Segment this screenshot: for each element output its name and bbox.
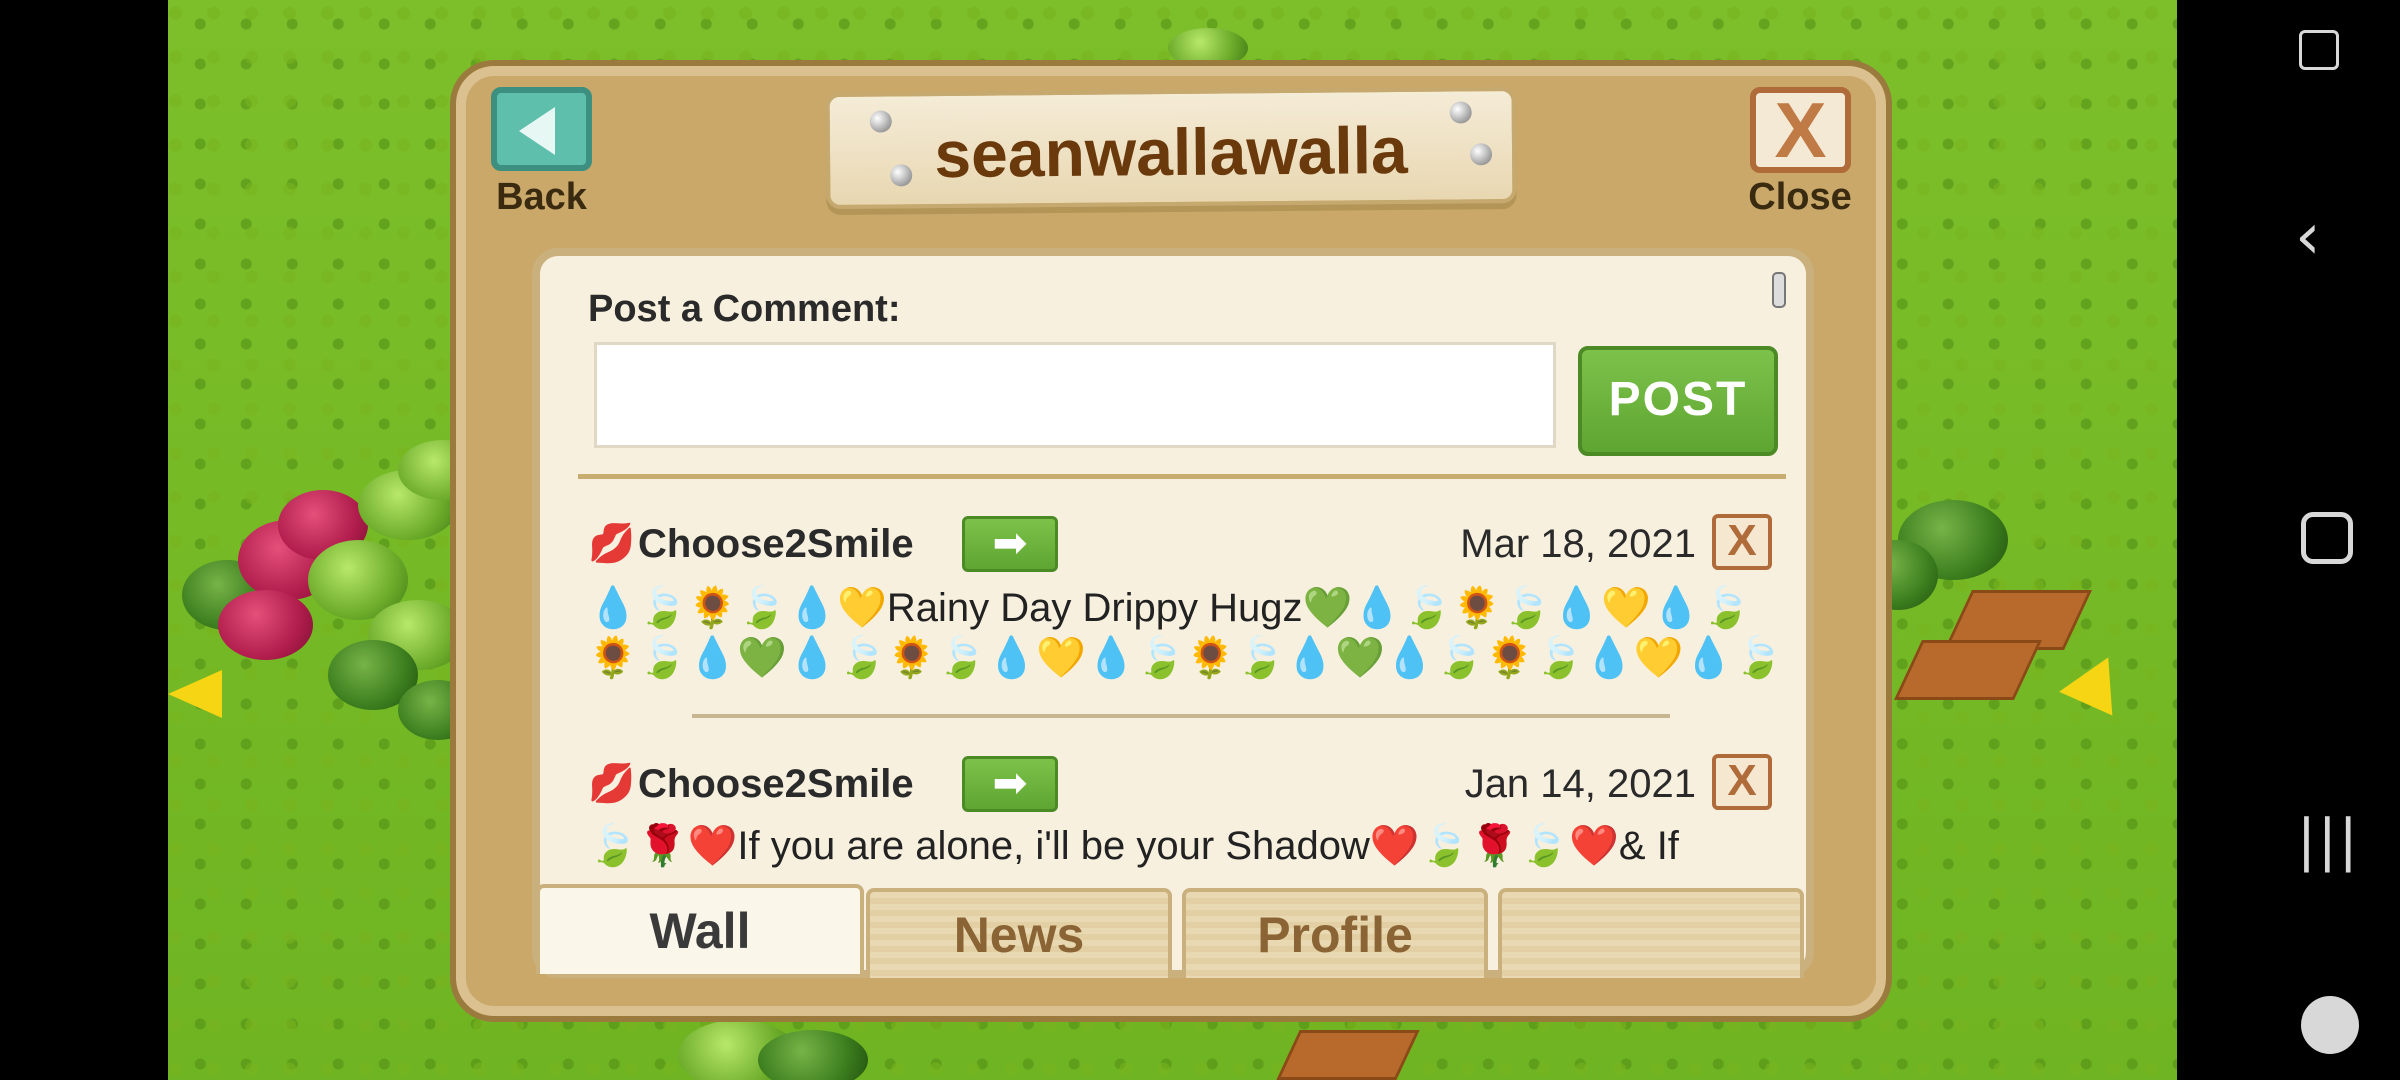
post-button[interactable]: POST (1578, 346, 1778, 456)
comment-input[interactable] (594, 342, 1556, 448)
crop-plot (1894, 640, 2042, 700)
entry-divider (692, 714, 1670, 718)
entry-author[interactable]: Choose2Smile (638, 522, 914, 567)
entry-message-line: 🍃🌹❤️If you are alone, i'll be your Shado… (588, 824, 1679, 868)
delete-entry-button[interactable]: X (1712, 754, 1772, 810)
close-label[interactable]: Close (1740, 176, 1860, 219)
tree (758, 1030, 868, 1080)
nail-icon (1469, 143, 1493, 166)
visit-button[interactable]: ➡ (962, 756, 1058, 812)
expand-right-arrow-icon[interactable] (2059, 657, 2137, 733)
home-nav-icon[interactable] (2301, 512, 2353, 564)
entry-message-line: 💧🍃🌻🍃💧💛Rainy Day Drippy Hugz💚💧🍃🌻🍃💧💛💧🍃 (588, 586, 1751, 630)
back-arrow-icon (519, 107, 555, 155)
lips-icon: 💋 (588, 523, 636, 565)
tab-empty[interactable] (1498, 888, 1804, 978)
entry-message-line: 🌻🍃💧💚💧🍃🌻🍃💧💛💧🍃🌻🍃💧💚💧🍃🌻🍃💧💛💧🍃 (588, 636, 1784, 680)
tab-news[interactable]: News (866, 888, 1172, 978)
post-comment-label: Post a Comment: (588, 288, 901, 330)
tree (218, 590, 313, 660)
scrollbar-thumb[interactable] (1772, 272, 1786, 308)
divider (578, 474, 1786, 479)
arrow-right-icon: ➡ (992, 759, 1028, 806)
crop-plot (1276, 1030, 1420, 1080)
back-nav-icon[interactable]: ‹ (2295, 200, 2321, 274)
expand-left-arrow-icon[interactable] (168, 670, 222, 718)
back-label[interactable]: Back (491, 176, 592, 219)
arrow-right-icon: ➡ (992, 519, 1028, 566)
back-button[interactable] (491, 87, 592, 171)
entry-date: Jan 14, 2021 (1464, 762, 1696, 806)
close-button[interactable]: X (1750, 87, 1851, 173)
nail-icon (890, 164, 913, 187)
tab-profile[interactable]: Profile (1182, 888, 1488, 978)
profile-username: seanwallawalla (934, 112, 1408, 192)
entry-author[interactable]: Choose2Smile (638, 762, 914, 807)
visit-button[interactable]: ➡ (962, 516, 1058, 572)
nail-icon (1449, 101, 1472, 124)
nail-icon (869, 110, 892, 133)
screen-pin-icon[interactable] (2299, 30, 2339, 70)
title-banner: seanwallawalla (825, 86, 1517, 210)
system-nav-bar: ‹ ||| (2177, 0, 2400, 1080)
tab-wall[interactable]: Wall (536, 884, 864, 974)
delete-entry-button[interactable]: X (1712, 514, 1772, 570)
entry-date: Mar 18, 2021 (1460, 522, 1696, 566)
lips-icon: 💋 (588, 763, 636, 805)
recents-nav-icon[interactable]: ||| (2297, 808, 2360, 873)
game-tools-icon[interactable] (2301, 996, 2359, 1054)
